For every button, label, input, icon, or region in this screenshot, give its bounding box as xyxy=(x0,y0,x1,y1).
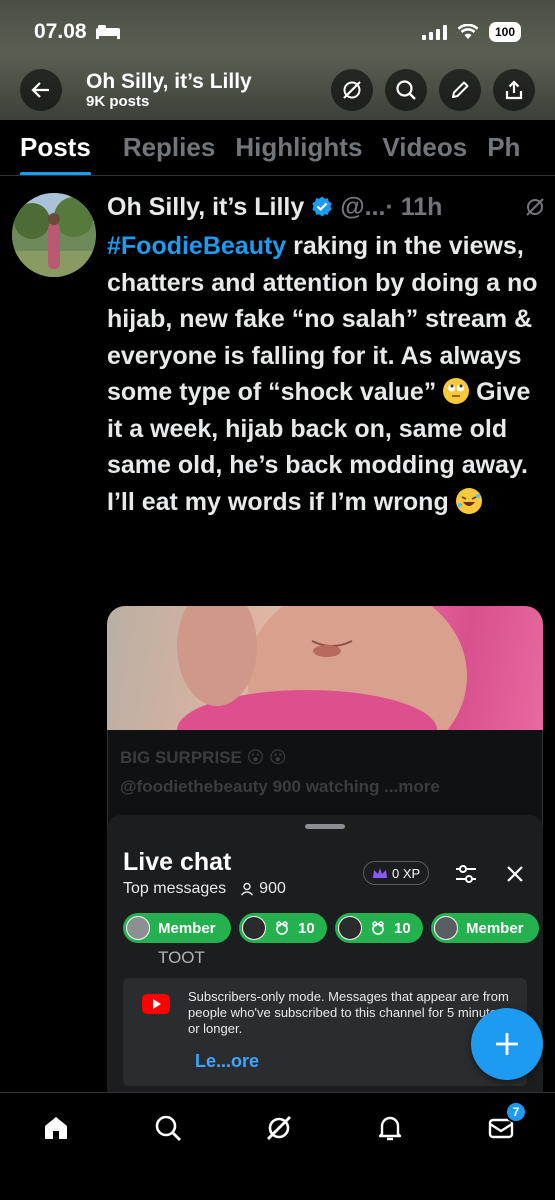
sliders-icon xyxy=(456,865,476,883)
eye-roll-emoji-icon xyxy=(443,378,470,404)
tab-highlights[interactable]: Highlights xyxy=(235,120,382,175)
video-title: BIG SURPRISE 😮 😮 xyxy=(120,748,287,767)
tab-photos[interactable]: Ph xyxy=(487,120,540,175)
nav-notifications[interactable] xyxy=(372,1110,408,1146)
nav-home[interactable] xyxy=(38,1110,74,1146)
gift-chip[interactable]: 10 xyxy=(239,913,327,943)
author-avatar[interactable] xyxy=(12,193,96,277)
compose-post-button[interactable] xyxy=(471,1008,543,1080)
search-icon xyxy=(396,80,416,100)
post-media-thumbnail[interactable] xyxy=(107,606,543,730)
search-icon xyxy=(155,1115,181,1141)
close-chat-button[interactable] xyxy=(501,860,529,888)
bell-icon xyxy=(378,1116,402,1141)
battery-icon: 100 xyxy=(488,22,521,42)
person-icon xyxy=(241,882,254,896)
tab-replies[interactable]: Replies xyxy=(123,120,236,175)
avatar xyxy=(434,916,458,940)
home-icon xyxy=(45,1117,67,1139)
share-icon xyxy=(505,80,523,100)
avatar xyxy=(126,916,150,940)
grok-icon xyxy=(267,1116,291,1140)
member-chip[interactable]: Member xyxy=(123,913,231,943)
chat-settings-button[interactable] xyxy=(452,860,480,888)
tab-posts[interactable]: Posts xyxy=(0,120,111,175)
close-icon xyxy=(507,866,523,882)
status-time: 07.08 xyxy=(34,20,121,44)
grok-icon xyxy=(343,81,361,99)
header-posts-count: 9K posts xyxy=(86,93,150,110)
hashtag-link[interactable]: #FoodieBeauty xyxy=(107,232,286,260)
sleep-icon xyxy=(95,25,120,39)
arrow-left-icon xyxy=(31,82,49,98)
grok-button[interactable] xyxy=(331,69,373,111)
learn-more-link[interactable]: Le...ore xyxy=(195,1051,259,1072)
status-bar: 07.08 100 xyxy=(34,18,521,46)
verified-badge-icon xyxy=(312,196,332,217)
edit-profile-button[interactable] xyxy=(439,69,481,111)
post-text: #FoodieBeauty raking in the views, chatt… xyxy=(107,232,538,516)
wifi-icon xyxy=(457,24,479,39)
gift-icon xyxy=(276,921,288,935)
notice-text: Subscribers-only mode. Messages that app… xyxy=(188,989,509,1036)
more-link[interactable]: ...more xyxy=(384,777,440,796)
crown-icon xyxy=(373,868,387,878)
chat-message-partial: TOOT xyxy=(158,948,205,967)
pencil-icon xyxy=(452,81,469,98)
chat-pinned-chips: Member 10 10 Member xyxy=(123,913,555,943)
tab-videos[interactable]: Videos xyxy=(382,120,487,175)
messages-badge: 7 xyxy=(505,1101,527,1123)
header-profile-name: Oh Silly, it’s Lilly xyxy=(86,70,252,93)
nav-search[interactable] xyxy=(150,1110,186,1146)
member-chip[interactable]: Member xyxy=(431,913,539,943)
channel-handle[interactable]: @foodiethebeauty xyxy=(120,777,268,796)
viewer-count: 900 xyxy=(259,880,286,897)
grok-explain-icon[interactable] xyxy=(523,195,547,219)
gift-chip[interactable]: 10 xyxy=(335,913,423,943)
share-button[interactable] xyxy=(493,69,535,111)
post-author-name[interactable]: Oh Silly, it’s Lilly xyxy=(107,193,304,222)
plus-icon xyxy=(496,1033,518,1055)
bottom-navigation xyxy=(0,1092,555,1200)
post-timestamp[interactable]: · 11h xyxy=(385,193,442,222)
youtube-icon xyxy=(142,994,170,1014)
cellular-signal-icon xyxy=(421,24,447,40)
avatar xyxy=(338,916,362,940)
live-chat-title: Live chat xyxy=(123,848,232,876)
profile-tabs: Posts Replies Highlights Videos Ph xyxy=(0,120,555,176)
nav-grok[interactable] xyxy=(261,1110,297,1146)
watching-count: 900 watching xyxy=(272,777,380,796)
back-button[interactable] xyxy=(20,69,62,111)
search-button[interactable] xyxy=(385,69,427,111)
rofl-emoji-icon xyxy=(455,487,482,514)
gift-icon xyxy=(372,921,384,935)
top-messages-selector[interactable]: Top messages xyxy=(123,880,226,898)
sheet-drag-handle[interactable] xyxy=(305,824,345,829)
avatar xyxy=(242,916,266,940)
post-author-handle[interactable]: @... xyxy=(340,193,385,222)
xp-badge[interactable]: 0 XP xyxy=(363,861,430,885)
video-subtitle: @foodiethebeauty 900 watching ...more xyxy=(120,777,440,797)
